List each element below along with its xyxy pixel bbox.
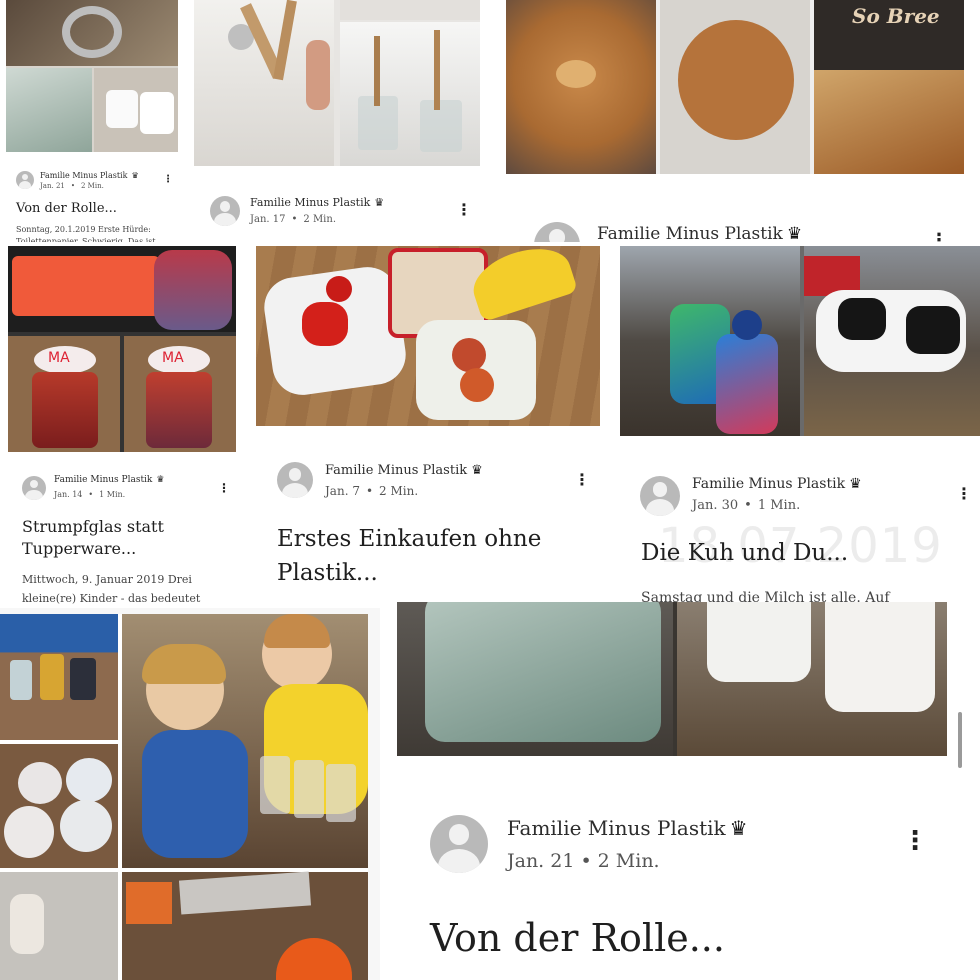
read-time: 1 Min. xyxy=(99,490,126,499)
post-card-einkaufen[interactable]: Familie Minus Plastik ♛ Jan. 7 • 2 Min. ⋮ E… xyxy=(248,242,612,612)
post-title[interactable]: Von der Rolle... xyxy=(430,916,725,960)
crown-icon: ♛ xyxy=(849,476,862,492)
pot-label: So Bree xyxy=(852,4,940,28)
post-title[interactable]: Die Kuh und Du... xyxy=(641,540,848,566)
crown-icon: ♛ xyxy=(156,475,165,485)
read-time: 1 Min. xyxy=(757,498,801,513)
author-name[interactable]: Familie Minus Plastik ♛ xyxy=(325,463,483,478)
post-date: Jan. 7 xyxy=(325,484,360,498)
post-meta: Jan. 30 • 1 Min. xyxy=(692,498,801,513)
author-avatar[interactable] xyxy=(277,462,313,498)
author-avatar[interactable] xyxy=(640,476,680,516)
more-vertical-icon[interactable]: ⋮ xyxy=(956,486,972,502)
post-date: Jan. 21 xyxy=(40,182,65,190)
post-meta: Jan. 14 • 1 Min. xyxy=(54,490,126,499)
post-image-groceries xyxy=(256,246,600,426)
post-card-kuh[interactable]: Familie Minus Plastik ♛ Jan. 30 • 1 Min. ⋮ … xyxy=(612,242,980,608)
post-meta: Jan. 7 • 2 Min. xyxy=(325,484,419,498)
read-time: 2 Min. xyxy=(379,484,419,498)
author-avatar[interactable] xyxy=(16,171,34,189)
read-time: 2 Min. xyxy=(597,850,660,872)
crown-icon: ♛ xyxy=(131,171,139,180)
post-date: Jan. 17 xyxy=(250,214,286,225)
more-vertical-icon[interactable]: ⋮ xyxy=(163,175,173,185)
author-name[interactable]: Familie Minus Plastik ♛ xyxy=(507,816,748,840)
post-card-caramel[interactable]: So Bree Familie Minus Plastik ♛ ⋮ xyxy=(500,0,980,246)
jar-lid-label: MA xyxy=(48,350,70,366)
post-image-toothbrushes xyxy=(194,0,480,166)
post-image-kids-jars xyxy=(0,614,368,980)
post-image-caramel: So Bree xyxy=(506,0,964,174)
post-title[interactable]: Von der Rolle... xyxy=(16,201,117,216)
more-vertical-icon[interactable]: ⋮ xyxy=(456,202,472,218)
read-time: 2 Min. xyxy=(303,214,337,225)
author-avatar[interactable] xyxy=(210,196,240,226)
author-name[interactable]: Familie Minus Plastik ♛ xyxy=(250,196,384,209)
scrollbar[interactable] xyxy=(958,712,962,768)
post-meta: Jan. 17 • 2 Min. xyxy=(250,214,337,225)
post-date: Jan. 21 xyxy=(507,850,575,872)
more-vertical-icon[interactable]: ⋮ xyxy=(574,472,590,488)
crown-icon: ♛ xyxy=(471,463,483,478)
post-image-toilet-roll-large xyxy=(397,602,947,756)
author-name[interactable]: Familie Minus Plastik ♛ xyxy=(597,224,802,244)
more-vertical-icon[interactable]: ⋮ xyxy=(218,482,230,494)
author-name[interactable]: Familie Minus Plastik ♛ xyxy=(692,476,862,492)
post-meta: Jan. 21 • 2 Min. xyxy=(40,182,104,190)
post-title[interactable]: Strumpfglas statt Tupperware... xyxy=(22,516,172,560)
post-card-kids-jars[interactable] xyxy=(0,608,380,980)
post-meta: Jan. 21 • 2 Min. xyxy=(507,850,660,872)
post-date: Jan. 14 xyxy=(54,490,83,499)
crown-icon: ♛ xyxy=(786,224,803,244)
post-date: Jan. 30 xyxy=(692,498,739,513)
jar-lid-label: MA xyxy=(162,350,184,366)
read-time: 2 Min. xyxy=(81,182,104,190)
post-card-von-der-rolle-large[interactable]: Familie Minus Plastik ♛ Jan. 21 • 2 Min. ⋮ … xyxy=(380,602,980,980)
post-image-jars: MA MA xyxy=(8,246,236,452)
post-card-strumpfglas[interactable]: MA MA Familie Minus Plastik ♛ Jan. 14 • 1 M… xyxy=(0,242,248,612)
post-title[interactable]: Erstes Einkaufen ohne Plastik... xyxy=(277,522,577,590)
post-card-toothbrushes[interactable]: Familie Minus Plastik ♛ Jan. 17 • 2 Min. ⋮ xyxy=(188,0,500,242)
author-avatar[interactable] xyxy=(22,476,46,500)
author-name[interactable]: Familie Minus Plastik ♛ xyxy=(40,171,139,180)
crown-icon: ♛ xyxy=(374,196,385,209)
more-vertical-icon[interactable]: ⋮ xyxy=(902,828,928,854)
author-avatar[interactable] xyxy=(430,815,488,873)
post-image-cows xyxy=(620,246,980,436)
crown-icon: ♛ xyxy=(729,816,748,840)
post-image-toilet-roll xyxy=(6,0,178,152)
post-excerpt: Mittwoch, 9. Januar 2019 Drei kleine(re)… xyxy=(22,573,201,605)
post-card-von-der-rolle-small[interactable]: Familie Minus Plastik ♛ Jan. 21 • 2 Min. ⋮ … xyxy=(0,0,188,246)
author-name[interactable]: Familie Minus Plastik ♛ xyxy=(54,475,164,485)
